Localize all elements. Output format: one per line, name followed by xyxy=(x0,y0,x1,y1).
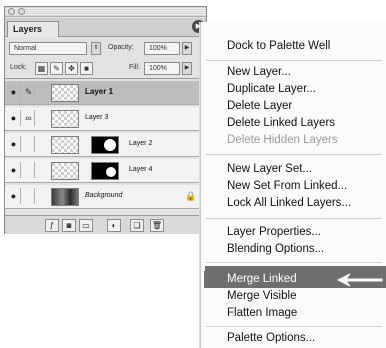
adjustment-layer-icon[interactable]: ◐ xyxy=(107,219,121,232)
opacity-field[interactable]: 100% xyxy=(144,42,180,55)
fill-label: Fill: xyxy=(129,64,140,71)
add-mask-icon[interactable]: ◙ xyxy=(62,219,76,232)
layer-mask-thumbnail xyxy=(91,162,119,180)
brush-icon[interactable]: ✎ xyxy=(23,84,35,100)
lock-position-icon[interactable]: ✥ xyxy=(65,62,78,75)
lock-transparency-icon[interactable]: ▦ xyxy=(35,62,48,75)
new-set-icon[interactable]: ▭ xyxy=(79,219,93,232)
layer-thumbnail xyxy=(51,162,79,180)
layer-row[interactable]: ● Layer 4 xyxy=(5,159,206,183)
menu-item-delete-hidden-layers: Delete Hidden Layers xyxy=(227,134,338,146)
lock-pixels-icon[interactable]: ✎ xyxy=(50,62,63,75)
menu-item-new-layer[interactable]: New Layer... xyxy=(227,66,291,78)
link-icon[interactable]: ∞ xyxy=(23,110,35,126)
blend-mode-value: Normal xyxy=(14,45,37,52)
tab-layers[interactable]: Layers xyxy=(7,21,59,37)
layer-thumbnail xyxy=(51,188,79,206)
layer-thumbnail xyxy=(51,84,79,102)
new-layer-icon[interactable]: ❏ xyxy=(130,219,144,232)
layer-name: Layer 3 xyxy=(85,114,109,121)
layer-name: Background xyxy=(85,192,123,199)
layer-name: Layer 1 xyxy=(85,87,114,96)
minimize-icon[interactable] xyxy=(18,8,25,15)
opacity-value: 100% xyxy=(149,45,167,52)
layer-thumbnail xyxy=(51,110,79,128)
layer-name: Layer 2 xyxy=(129,140,153,147)
menu-item-lock-all-linked-layers[interactable]: Lock All Linked Layers... xyxy=(227,197,351,209)
tab-row: Layers ▶ xyxy=(5,18,206,37)
opacity-arrow-icon[interactable]: ▶ xyxy=(182,42,192,55)
layer-thumbnail xyxy=(51,136,79,154)
layer-name: Layer 4 xyxy=(129,166,153,173)
menu-item-delete-layer[interactable]: Delete Layer xyxy=(227,100,292,112)
eye-icon[interactable]: ● xyxy=(7,136,21,152)
menu-item-flatten-image[interactable]: Flatten Image xyxy=(227,307,297,319)
pointer-arrow-icon xyxy=(336,273,383,287)
blend-mode-select[interactable]: Normal xyxy=(9,42,87,55)
eye-icon[interactable]: ● xyxy=(7,110,21,126)
link-empty-icon[interactable] xyxy=(23,162,35,178)
layers-palette: Layers ▶ Normal ⇕ Opacity: 100% ▶ Lock: … xyxy=(4,6,207,234)
blend-mode-stepper-icon[interactable]: ⇕ xyxy=(91,42,101,55)
layer-mask-thumbnail xyxy=(91,136,119,154)
fill-field[interactable]: 100% xyxy=(144,62,180,75)
menu-item-merge-visible[interactable]: Merge Visible xyxy=(227,290,296,302)
fill-value: 100% xyxy=(149,65,167,72)
layer-row[interactable]: ● Layer 2 xyxy=(5,133,206,157)
fill-arrow-icon[interactable]: ▶ xyxy=(182,62,192,75)
palette-title-bar[interactable] xyxy=(5,7,206,17)
menu-item-new-layer-set[interactable]: New Layer Set... xyxy=(227,163,312,175)
menu-item-delete-linked-layers[interactable]: Delete Linked Layers xyxy=(227,117,335,129)
menu-item-palette-options[interactable]: Palette Options... xyxy=(227,332,315,344)
link-empty-icon[interactable] xyxy=(23,136,35,152)
lock-icon: 🔒 xyxy=(185,191,197,201)
layer-row[interactable]: ● Background 🔒 xyxy=(5,185,206,209)
menu-separator xyxy=(206,326,382,327)
menu-item-merge-linked[interactable]: Merge Linked xyxy=(227,273,297,285)
palette-bottom-bar: ƒ ◙ ▭ ◐ ❏ 🗑 xyxy=(5,215,206,234)
menu-separator xyxy=(206,218,382,219)
eye-icon[interactable]: ● xyxy=(7,188,21,204)
layer-style-icon[interactable]: ƒ xyxy=(45,219,59,232)
eye-icon[interactable]: ● xyxy=(7,84,21,100)
eye-icon[interactable]: ● xyxy=(7,162,21,178)
menu-separator xyxy=(206,60,382,61)
close-icon[interactable] xyxy=(8,8,15,15)
menu-item-new-set-from-linked[interactable]: New Set From Linked... xyxy=(227,180,347,192)
link-empty-icon[interactable] xyxy=(23,188,35,204)
blend-row: Normal ⇕ Opacity: 100% ▶ xyxy=(5,39,206,57)
opacity-label: Opacity: xyxy=(108,44,134,51)
lock-label: Lock: xyxy=(10,64,27,71)
lock-all-icon[interactable]: ■ xyxy=(80,62,93,75)
lock-row: Lock: ▦ ✎ ✥ ■ Fill: 100% ▶ xyxy=(5,59,206,79)
menu-item-dock-to-palette-well[interactable]: Dock to Palette Well xyxy=(227,40,330,52)
menu-separator xyxy=(206,262,382,263)
layer-row[interactable]: ● ∞ Layer 3 xyxy=(5,107,206,131)
trash-icon[interactable]: 🗑 xyxy=(150,219,164,232)
menu-item-layer-properties[interactable]: Layer Properties... xyxy=(227,226,321,238)
menu-item-blending-options[interactable]: Blending Options... xyxy=(227,243,324,255)
menu-item-duplicate-layer[interactable]: Duplicate Layer... xyxy=(227,83,316,95)
layer-row[interactable]: ● ✎ Layer 1 xyxy=(5,81,206,105)
menu-separator xyxy=(206,154,382,155)
